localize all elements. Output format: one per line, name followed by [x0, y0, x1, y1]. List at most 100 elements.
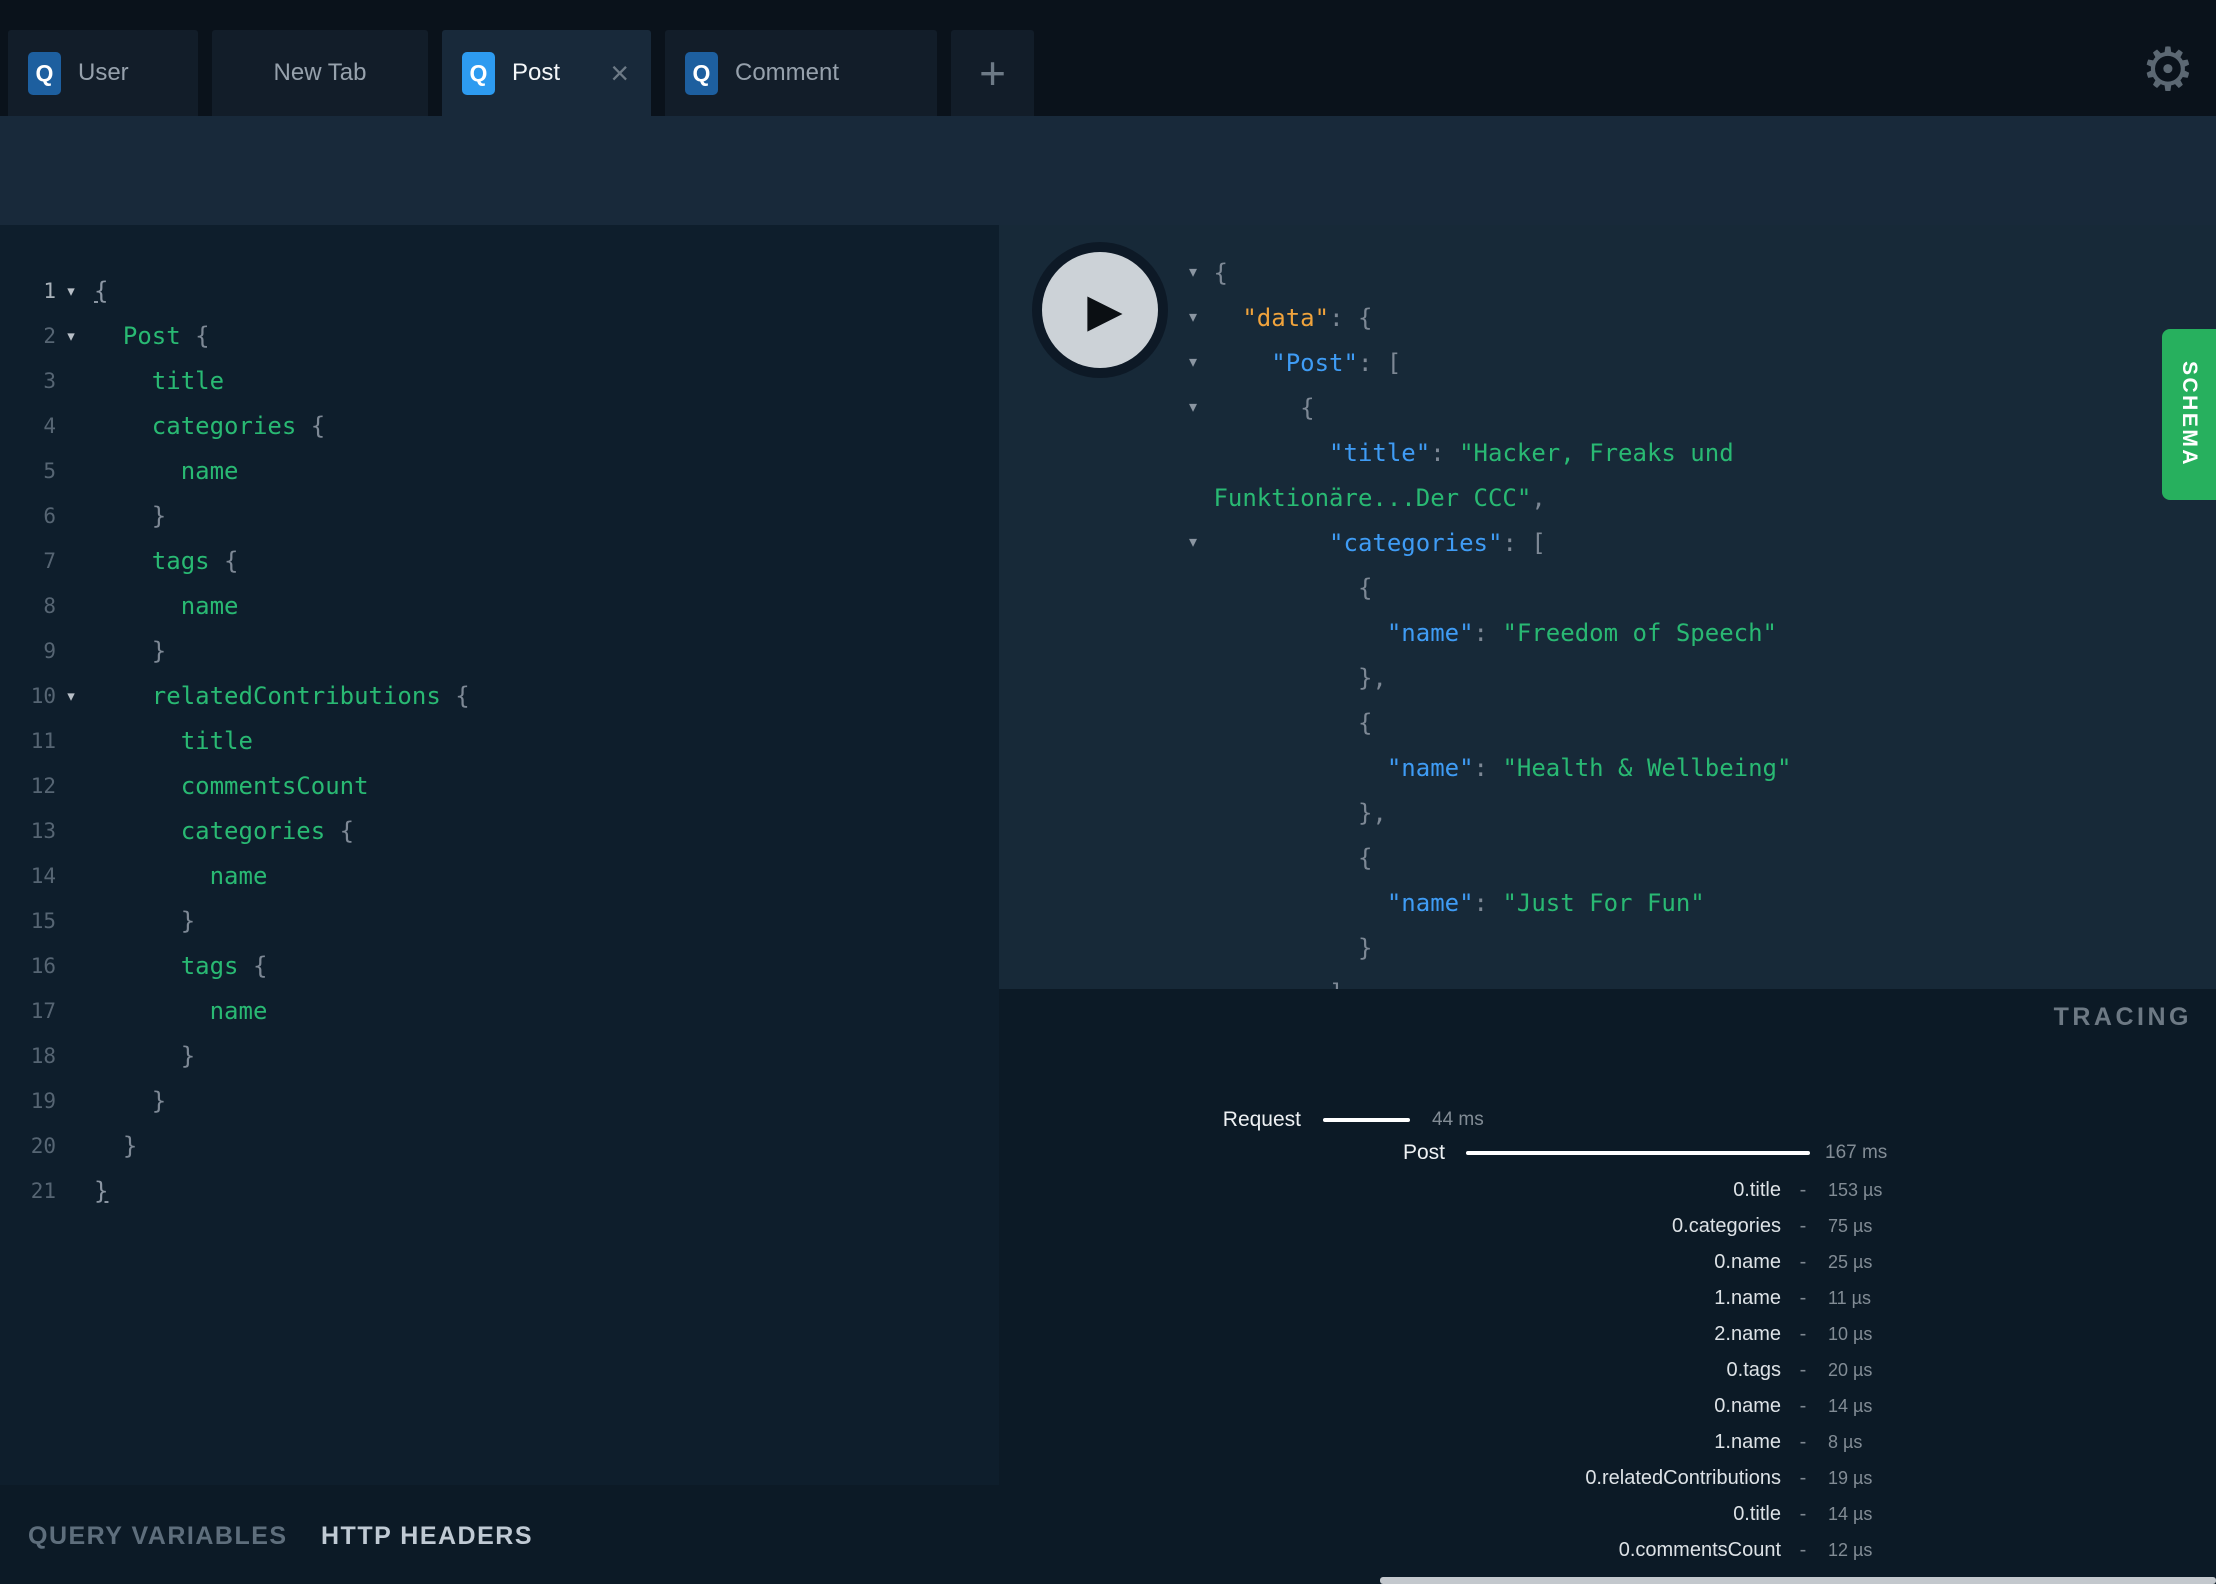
query-type-badge: Q — [462, 51, 495, 95]
tracing-row-value: 14 µs — [1828, 1504, 1873, 1524]
collapse-icon[interactable]: ▾ — [1181, 352, 1205, 371]
response-line: Funktionäre...Der CCC", — [1199, 483, 1546, 512]
tracing-row-value: 19 µs — [1828, 1468, 1873, 1488]
code-text: name — [94, 996, 268, 1025]
collapse-icon[interactable]: ▾ — [1181, 262, 1205, 281]
response-line: }, — [1199, 663, 1387, 692]
tab-new-tab[interactable]: New Tab — [212, 30, 428, 116]
schema-tab[interactable]: SCHEMA — [2162, 329, 2216, 500]
tracing-row-dash: - — [1799, 1467, 1807, 1489]
response-line: "name": "Just For Fun" — [1386, 888, 1705, 917]
line-number: 7 — [43, 548, 56, 573]
tracing-row-dash: - — [1799, 1179, 1807, 1201]
tracing-row-dash: - — [1799, 1215, 1807, 1237]
tracing-row-label: 0.title — [1733, 1503, 1781, 1525]
code-text: } — [94, 1176, 109, 1205]
line-number: 16 — [30, 953, 56, 978]
line-number: 9 — [43, 638, 56, 663]
code-text: } — [94, 1041, 196, 1070]
tracing-title: TRACING — [2053, 1003, 2192, 1031]
tracing-row-value: 10 µs — [1828, 1324, 1873, 1344]
line-number: 2 — [43, 323, 56, 348]
query-editor[interactable]: 1 ▾{2 ▾ Post {3 title 4 categories {5 name 6… — [0, 225, 999, 1485]
line-number: 10 — [30, 683, 56, 708]
tracing-row-label: Post — [1402, 1141, 1445, 1164]
code-text: categories { — [94, 816, 355, 845]
tab-post[interactable]: Q Post × — [442, 30, 651, 116]
tracing-row-dash: - — [1799, 1395, 1807, 1417]
http-headers-tab[interactable]: HTTP HEADERS — [321, 1522, 533, 1551]
tracing-request-row: Request 44 ms — [999, 1106, 2216, 1134]
tracing-row-value: 20 µs — [1828, 1360, 1873, 1380]
code-text: } — [94, 1131, 138, 1160]
editor-line: 5 name — [0, 448, 999, 493]
response-line: "data": { — [1242, 303, 1373, 332]
code-text: tags { — [94, 951, 268, 980]
editor-line: 8 name — [0, 583, 999, 628]
editor-line: 15 } — [0, 898, 999, 943]
tracing-row: 0.commentsCount - 12 µs — [999, 1537, 2216, 1563]
tracing-row-value: 8 µs — [1828, 1432, 1863, 1452]
tracing-row-label: 0.categories — [1672, 1215, 1781, 1237]
editor-line: 18 } — [0, 1033, 999, 1078]
collapse-icon[interactable]: ▾ — [1181, 307, 1205, 326]
play-icon: ▶ — [1087, 283, 1123, 337]
code-text: title — [94, 366, 225, 395]
tracing-row: 0.relatedContributions - 19 µs — [999, 1465, 2216, 1491]
code-text: name — [94, 591, 239, 620]
execute-button-circle: ▶ — [1042, 252, 1158, 368]
editor-line: 9 } — [0, 628, 999, 673]
line-number: 6 — [43, 503, 56, 528]
line-number: 5 — [43, 458, 56, 483]
line-number: 13 — [30, 818, 56, 843]
tracing-row-label: 1.name — [1714, 1287, 1781, 1309]
line-number: 8 — [43, 593, 56, 618]
line-number: 20 — [30, 1133, 56, 1158]
tracing-row-label: 0.tags — [1726, 1359, 1781, 1381]
tracing-row: 2.name - 10 µs — [999, 1321, 2216, 1347]
tab-bar: Q User New Tab Q Post × Q Comment + ⚙ — [0, 0, 2216, 116]
horizontal-scrollbar[interactable] — [1380, 1577, 2216, 1584]
code-text: name — [94, 861, 268, 890]
tracing-row-label: 0.title — [1733, 1179, 1781, 1201]
toolbar: PRETTIFY HISTORY http://localhost:4000/ … — [0, 116, 2216, 315]
collapse-icon[interactable]: ▾ — [1181, 397, 1205, 416]
query-variables-tab[interactable]: QUERY VARIABLES — [28, 1522, 288, 1551]
settings-gear-icon[interactable]: ⚙ — [2141, 40, 2195, 100]
code-text: { — [94, 276, 109, 305]
tracing-row: 1.name - 8 µs — [999, 1429, 2216, 1455]
tracing-row: 0.name - 25 µs — [999, 1249, 2216, 1275]
collapse-icon[interactable]: ▾ — [1181, 532, 1205, 551]
execute-button[interactable]: ▶ — [1032, 242, 1168, 378]
tab-user[interactable]: Q User — [8, 30, 198, 116]
tracing-row-value: 75 µs — [1828, 1216, 1873, 1236]
line-number: 11 — [30, 728, 56, 753]
editor-line: 6 } — [0, 493, 999, 538]
editor-line: 4 categories { — [0, 403, 999, 448]
response-line: "title": "Hacker, Freaks und — [1329, 438, 1734, 467]
tracing-row-label: 0.name — [1714, 1251, 1781, 1273]
new-tab-button[interactable]: + — [951, 30, 1034, 116]
tab-label: Comment — [735, 59, 840, 86]
tracing-bar — [1466, 1151, 1810, 1155]
fold-icon[interactable]: ▾ — [56, 282, 86, 300]
editor-line: 3 title — [0, 358, 999, 403]
tracing-row-value: 11 µs — [1828, 1288, 1872, 1308]
tab-label: New Tab — [273, 59, 367, 86]
response-line: "categories": [ — [1329, 528, 1546, 557]
query-type-badge: Q — [28, 51, 61, 95]
query-type-badge: Q — [685, 51, 718, 95]
tracing-row-dash: - — [1799, 1359, 1807, 1381]
line-number: 12 — [30, 773, 56, 798]
code-text: } — [94, 636, 167, 665]
response-lines: { "data": { "Post": [ { "title": "Hacker… — [1199, 250, 1791, 990]
editor-line: 17 name — [0, 988, 999, 1033]
code-text: title — [94, 726, 253, 755]
editor-line: 13 categories { — [0, 808, 999, 853]
tab-comment[interactable]: Q Comment — [665, 30, 937, 116]
tab-list: Q User New Tab Q Post × Q Comment + — [8, 30, 1034, 116]
tracing-row-label: Request — [1222, 1108, 1301, 1131]
fold-icon[interactable]: ▾ — [56, 687, 86, 705]
fold-icon[interactable]: ▾ — [56, 327, 86, 345]
close-tab-icon[interactable]: × — [610, 57, 651, 89]
